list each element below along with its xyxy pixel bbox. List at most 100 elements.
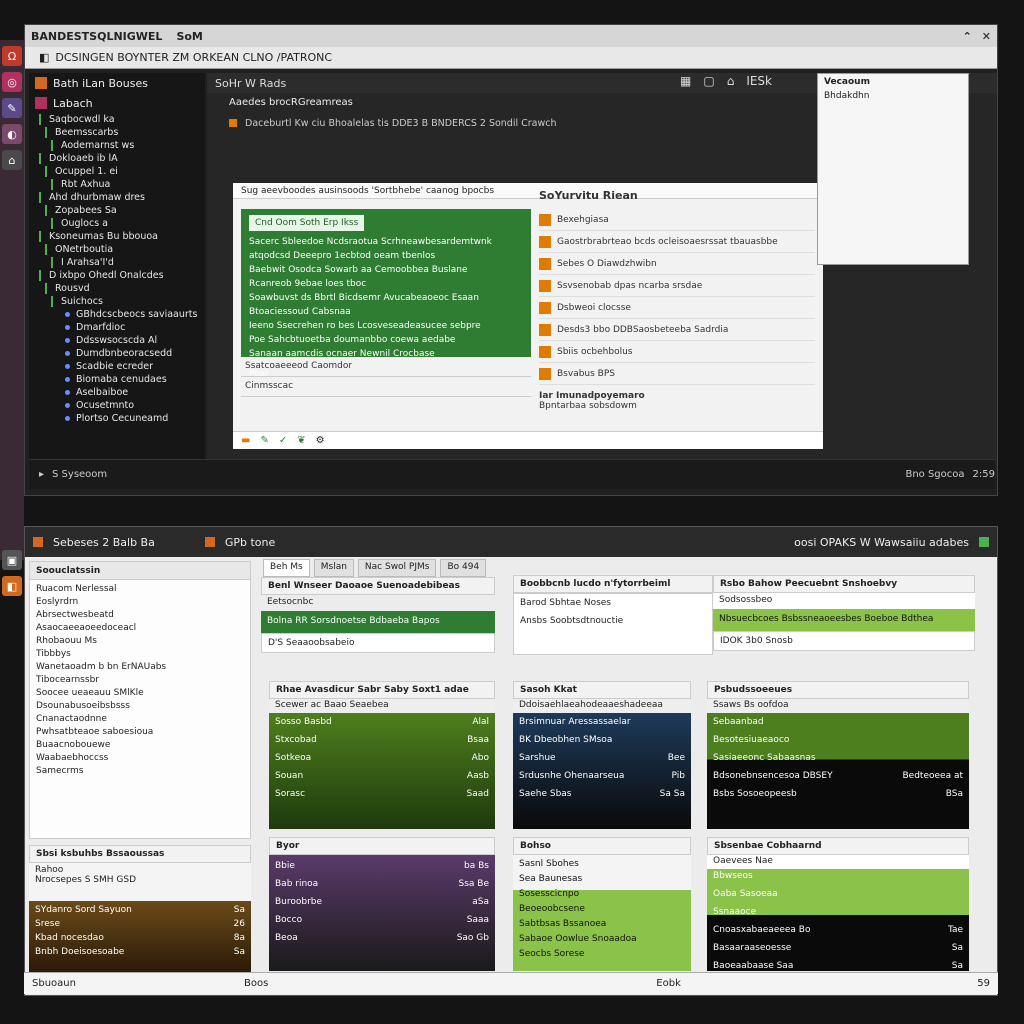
- doc-right-row[interactable]: Sebes O Diawdzhwibn: [539, 253, 815, 275]
- tree-item[interactable]: Ksoneumas Bu bbouoa: [29, 230, 205, 243]
- table-row[interactable]: Bab rinoa Ssa Be: [269, 879, 495, 897]
- doc-right-row[interactable]: Dsbweoi clocsse: [539, 297, 815, 319]
- window-icon[interactable]: ▢: [703, 74, 714, 88]
- tree-item[interactable]: Aodemarnst ws: [29, 139, 205, 152]
- toolbar-right-label[interactable]: IESk: [746, 74, 772, 88]
- card-3-green-row[interactable]: Nbsuecbcoes Bsbssneaoeesbes Boeboe Bdthe…: [713, 609, 975, 631]
- table-row[interactable]: Cnoasxabaeaeeea Bo Tae: [707, 925, 969, 943]
- doc-right-row[interactable]: Desds3 bbo DDBSaosbeteeba Sadrdia: [539, 319, 815, 341]
- minimize-icon[interactable]: ⌃: [963, 30, 972, 43]
- address-bar[interactable]: ◧ DCSINGEN BOYNTER ZM ORKEAN CLNO /PATRO…: [25, 47, 997, 69]
- table-row[interactable]: Bsbs Sosoeopeesb BSa: [707, 789, 969, 807]
- table-row[interactable]: Bbwseos: [707, 871, 969, 889]
- tree-item[interactable]: I Arahsa'I'd: [29, 256, 205, 269]
- settings-icon[interactable]: ⚙: [316, 435, 325, 446]
- table-row[interactable]: Srese 26: [29, 919, 251, 933]
- leaf-icon[interactable]: ❦: [297, 435, 305, 446]
- list-item[interactable]: Waabaebhoccss: [30, 753, 250, 766]
- card-3-filter[interactable]: IDOK 3b0 Snosb: [713, 631, 975, 651]
- table-row[interactable]: Beoa Sao Gb: [269, 933, 495, 951]
- card-1-green-row[interactable]: Bolna RR Sorsdnoetse Bdbaeba Bapos: [261, 611, 495, 633]
- list-item[interactable]: Tibbbys: [30, 649, 250, 662]
- table-row[interactable]: Stxcobad Bsaa: [269, 735, 495, 753]
- table-row[interactable]: Oaba Sasoeaa: [707, 889, 969, 907]
- list-item[interactable]: Beoeoobcsene: [513, 904, 691, 919]
- launcher-app-7-icon[interactable]: ◧: [2, 576, 22, 596]
- list-item[interactable]: Soocee ueaeauu SMlKle: [30, 688, 250, 701]
- sidebar-section[interactable]: Labach: [29, 93, 205, 113]
- list-item[interactable]: Sabtbsas Bssanoea: [513, 919, 691, 934]
- doc-right-row[interactable]: Ssvsenobab dpas ncarba srsdae: [539, 275, 815, 297]
- popup-item[interactable]: Bhdakdhn: [824, 91, 962, 105]
- table-row[interactable]: Bocco Saaa: [269, 915, 495, 933]
- table-row[interactable]: Sorasc Saad: [269, 789, 495, 807]
- table-row[interactable]: Bdsonebnsencesoa DBSEY Bedteoeea at: [707, 771, 969, 789]
- tree-item[interactable]: Dumdbnbeoracsedd: [29, 347, 205, 360]
- tree-item[interactable]: Ddsswsocscda Al: [29, 334, 205, 347]
- table-row[interactable]: Brsimnuar Aressassaelar: [513, 717, 691, 735]
- table-row[interactable]: Bnbh Doeisoesoabe Sa: [29, 947, 251, 961]
- tree-item[interactable]: Rbt Axhua: [29, 178, 205, 191]
- check-icon[interactable]: ✓: [279, 435, 287, 446]
- table-row[interactable]: Besotesiuaeaoco: [707, 735, 969, 753]
- doc-right-row[interactable]: Bexehgiasa: [539, 209, 815, 231]
- pen-icon[interactable]: ✎: [260, 435, 268, 446]
- launcher-app-3-icon[interactable]: ✎: [2, 98, 22, 118]
- list-item[interactable]: Asaocaeeaoeedoceacl: [30, 623, 250, 636]
- tree-item[interactable]: Rousvd: [29, 282, 205, 295]
- tree-item[interactable]: D ixbpo Ohedl Onalcdes: [29, 269, 205, 282]
- card-1-filter[interactable]: D'S Seaaoobsabeio: [261, 633, 495, 653]
- table-row[interactable]: Sarshue Bee: [513, 753, 691, 771]
- tree-item[interactable]: Scadbie ecreder: [29, 360, 205, 373]
- table-row[interactable]: Ssnaaoce: [707, 907, 969, 925]
- list-item[interactable]: Seocbs Sorese: [513, 949, 691, 964]
- list-item[interactable]: Ruacom Nerlessal: [30, 584, 250, 597]
- tab[interactable]: Beh Ms: [263, 559, 310, 577]
- close-icon[interactable]: ✕: [982, 30, 991, 43]
- list-item[interactable]: Dsounabusoeibsbsss: [30, 701, 250, 714]
- tree-item[interactable]: Plortso Cecuneamd: [29, 412, 205, 425]
- launcher-app-1-icon[interactable]: Ω: [2, 46, 22, 66]
- tree-item[interactable]: Suichocs: [29, 295, 205, 308]
- tree-item[interactable]: Ouglocs a: [29, 217, 205, 230]
- folder-icon[interactable]: ▬: [241, 435, 250, 446]
- list-item[interactable]: Samecrms: [30, 766, 250, 779]
- tree-item[interactable]: ONetrboutia: [29, 243, 205, 256]
- launcher-app-2-icon[interactable]: ◎: [2, 72, 22, 92]
- tab[interactable]: Nac Swol PJMs: [357, 559, 437, 577]
- table-row[interactable]: Srdusnhe Ohenaarseua Pib: [513, 771, 691, 789]
- doc-right-row[interactable]: Gaostrbrabrteao bcds ocleisoaesrssat tba…: [539, 231, 815, 253]
- list-item[interactable]: Pwhsatbteaoe saboesioua: [30, 727, 250, 740]
- list-item[interactable]: Abrsectwesbeatd: [30, 610, 250, 623]
- list-item[interactable]: Wanetaoadm b bn ErNAUabs: [30, 662, 250, 675]
- table-row[interactable]: Sebaanbad: [707, 717, 969, 735]
- tree-item[interactable]: Dokloaeb ib lA: [29, 152, 205, 165]
- tree-item[interactable]: Ocuppel 1. ei: [29, 165, 205, 178]
- tree-item[interactable]: Ahd dhurbmaw dres: [29, 191, 205, 204]
- tree-item[interactable]: Dmarfdioc: [29, 321, 205, 334]
- tree-item[interactable]: Saqbocwdl ka: [29, 113, 205, 126]
- table-row[interactable]: Sosso Basbd Alal: [269, 717, 495, 735]
- list-item[interactable]: Rhobaouu Ms: [30, 636, 250, 649]
- launcher-app-5-icon[interactable]: ⌂: [2, 150, 22, 170]
- table-row[interactable]: Bbie ba Bs: [269, 861, 495, 879]
- grid-icon[interactable]: ▦: [680, 74, 691, 88]
- tree-item[interactable]: Ocusetmnto: [29, 399, 205, 412]
- list-item[interactable]: Tibocearnssbr: [30, 675, 250, 688]
- launcher-app-4-icon[interactable]: ◐: [2, 124, 22, 144]
- list-item[interactable]: Sosesscicnpo: [513, 889, 691, 904]
- tab[interactable]: Mslan: [313, 559, 354, 577]
- list-item[interactable]: Sasnl Sbohes: [513, 859, 691, 874]
- table-row[interactable]: Sotkeoa Abo: [269, 753, 495, 771]
- tree-item[interactable]: GBhdcscbeocs saviaaurts: [29, 308, 205, 321]
- doc-right-row[interactable]: Bsvabus BPS: [539, 363, 815, 385]
- table-row[interactable]: Basaaraaseoesse Sa: [707, 943, 969, 961]
- launcher-app-6-icon[interactable]: ▣: [2, 550, 22, 570]
- table-row[interactable]: SYdanro Sord Sayuon Sa: [29, 905, 251, 919]
- table-row[interactable]: Souan Aasb: [269, 771, 495, 789]
- tree-item[interactable]: Beemsscarbs: [29, 126, 205, 139]
- tree-item[interactable]: Biomaba cenudaes: [29, 373, 205, 386]
- tree-item[interactable]: Aselbaiboe: [29, 386, 205, 399]
- table-row[interactable]: BK Dbeobhen SMsoa: [513, 735, 691, 753]
- list-item[interactable]: Eoslyrdrn: [30, 597, 250, 610]
